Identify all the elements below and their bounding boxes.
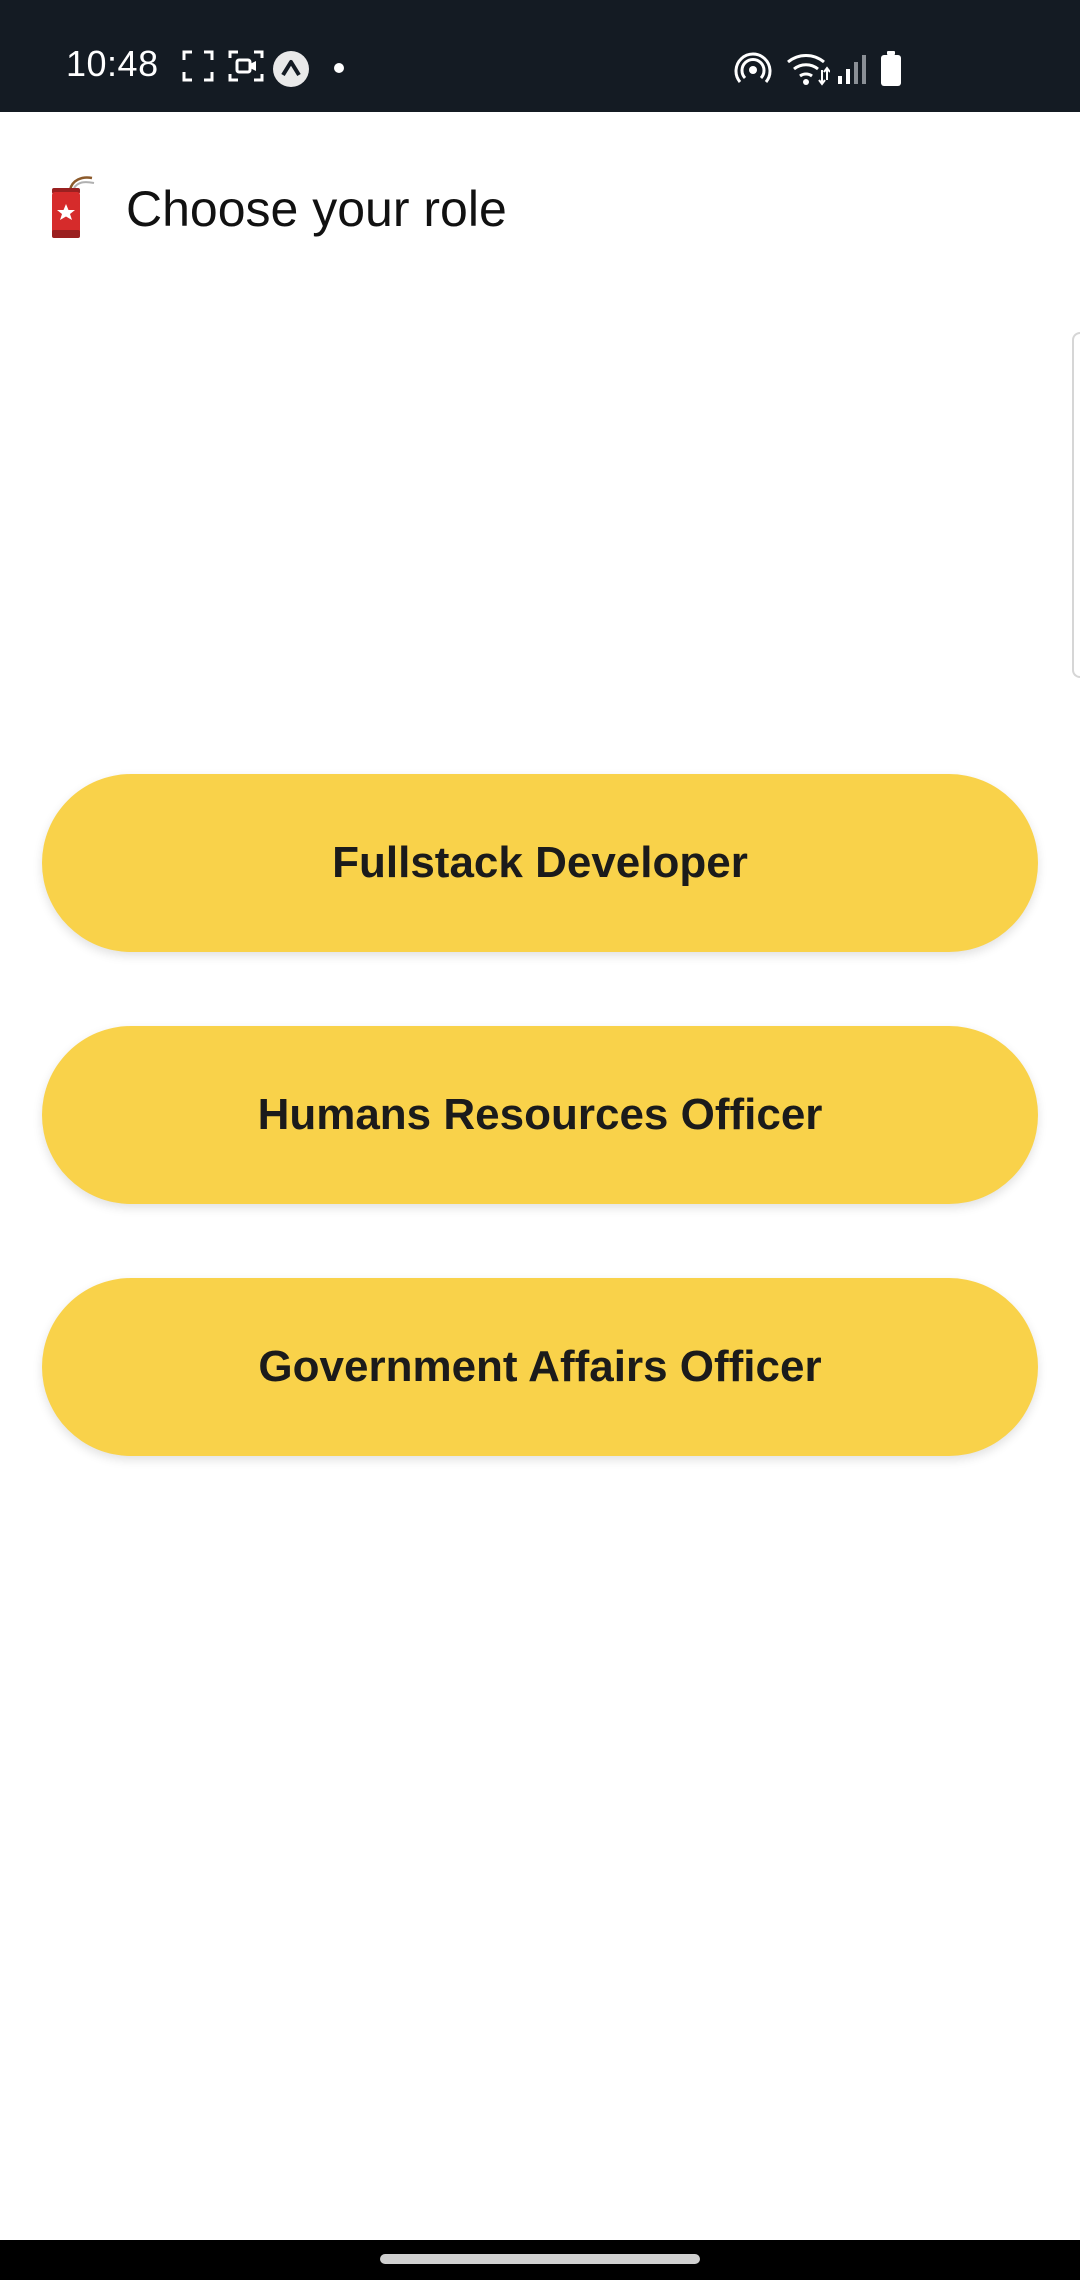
screenshot-frame-icon [182,50,214,82]
role-button-human-resources-officer[interactable]: Humans Resources Officer [42,1026,1038,1204]
status-bar: 10:48 [0,0,1080,112]
battery-icon [881,51,901,86]
app-notification-icon [273,51,309,87]
wifi-icon [787,54,830,86]
screen-record-icon [228,50,264,82]
header: Choose your role [0,160,1080,256]
hotspot-icon [734,52,772,83]
role-button-fullstack-developer[interactable]: Fullstack Developer [42,774,1038,952]
role-button-government-affairs-officer[interactable]: Government Affairs Officer [42,1278,1038,1456]
notification-dot-icon [334,63,344,73]
cell-signal-icon [838,55,866,84]
navigation-bar [0,2240,1080,2280]
home-indicator[interactable] [380,2254,700,2264]
content-area: Choose your role Fullstack Developer Hum… [0,112,1080,2240]
page-title: Choose your role [126,181,507,237]
scrollbar[interactable] [1072,332,1080,678]
firecracker-icon [52,176,95,238]
status-time: 10:48 [66,43,159,84]
